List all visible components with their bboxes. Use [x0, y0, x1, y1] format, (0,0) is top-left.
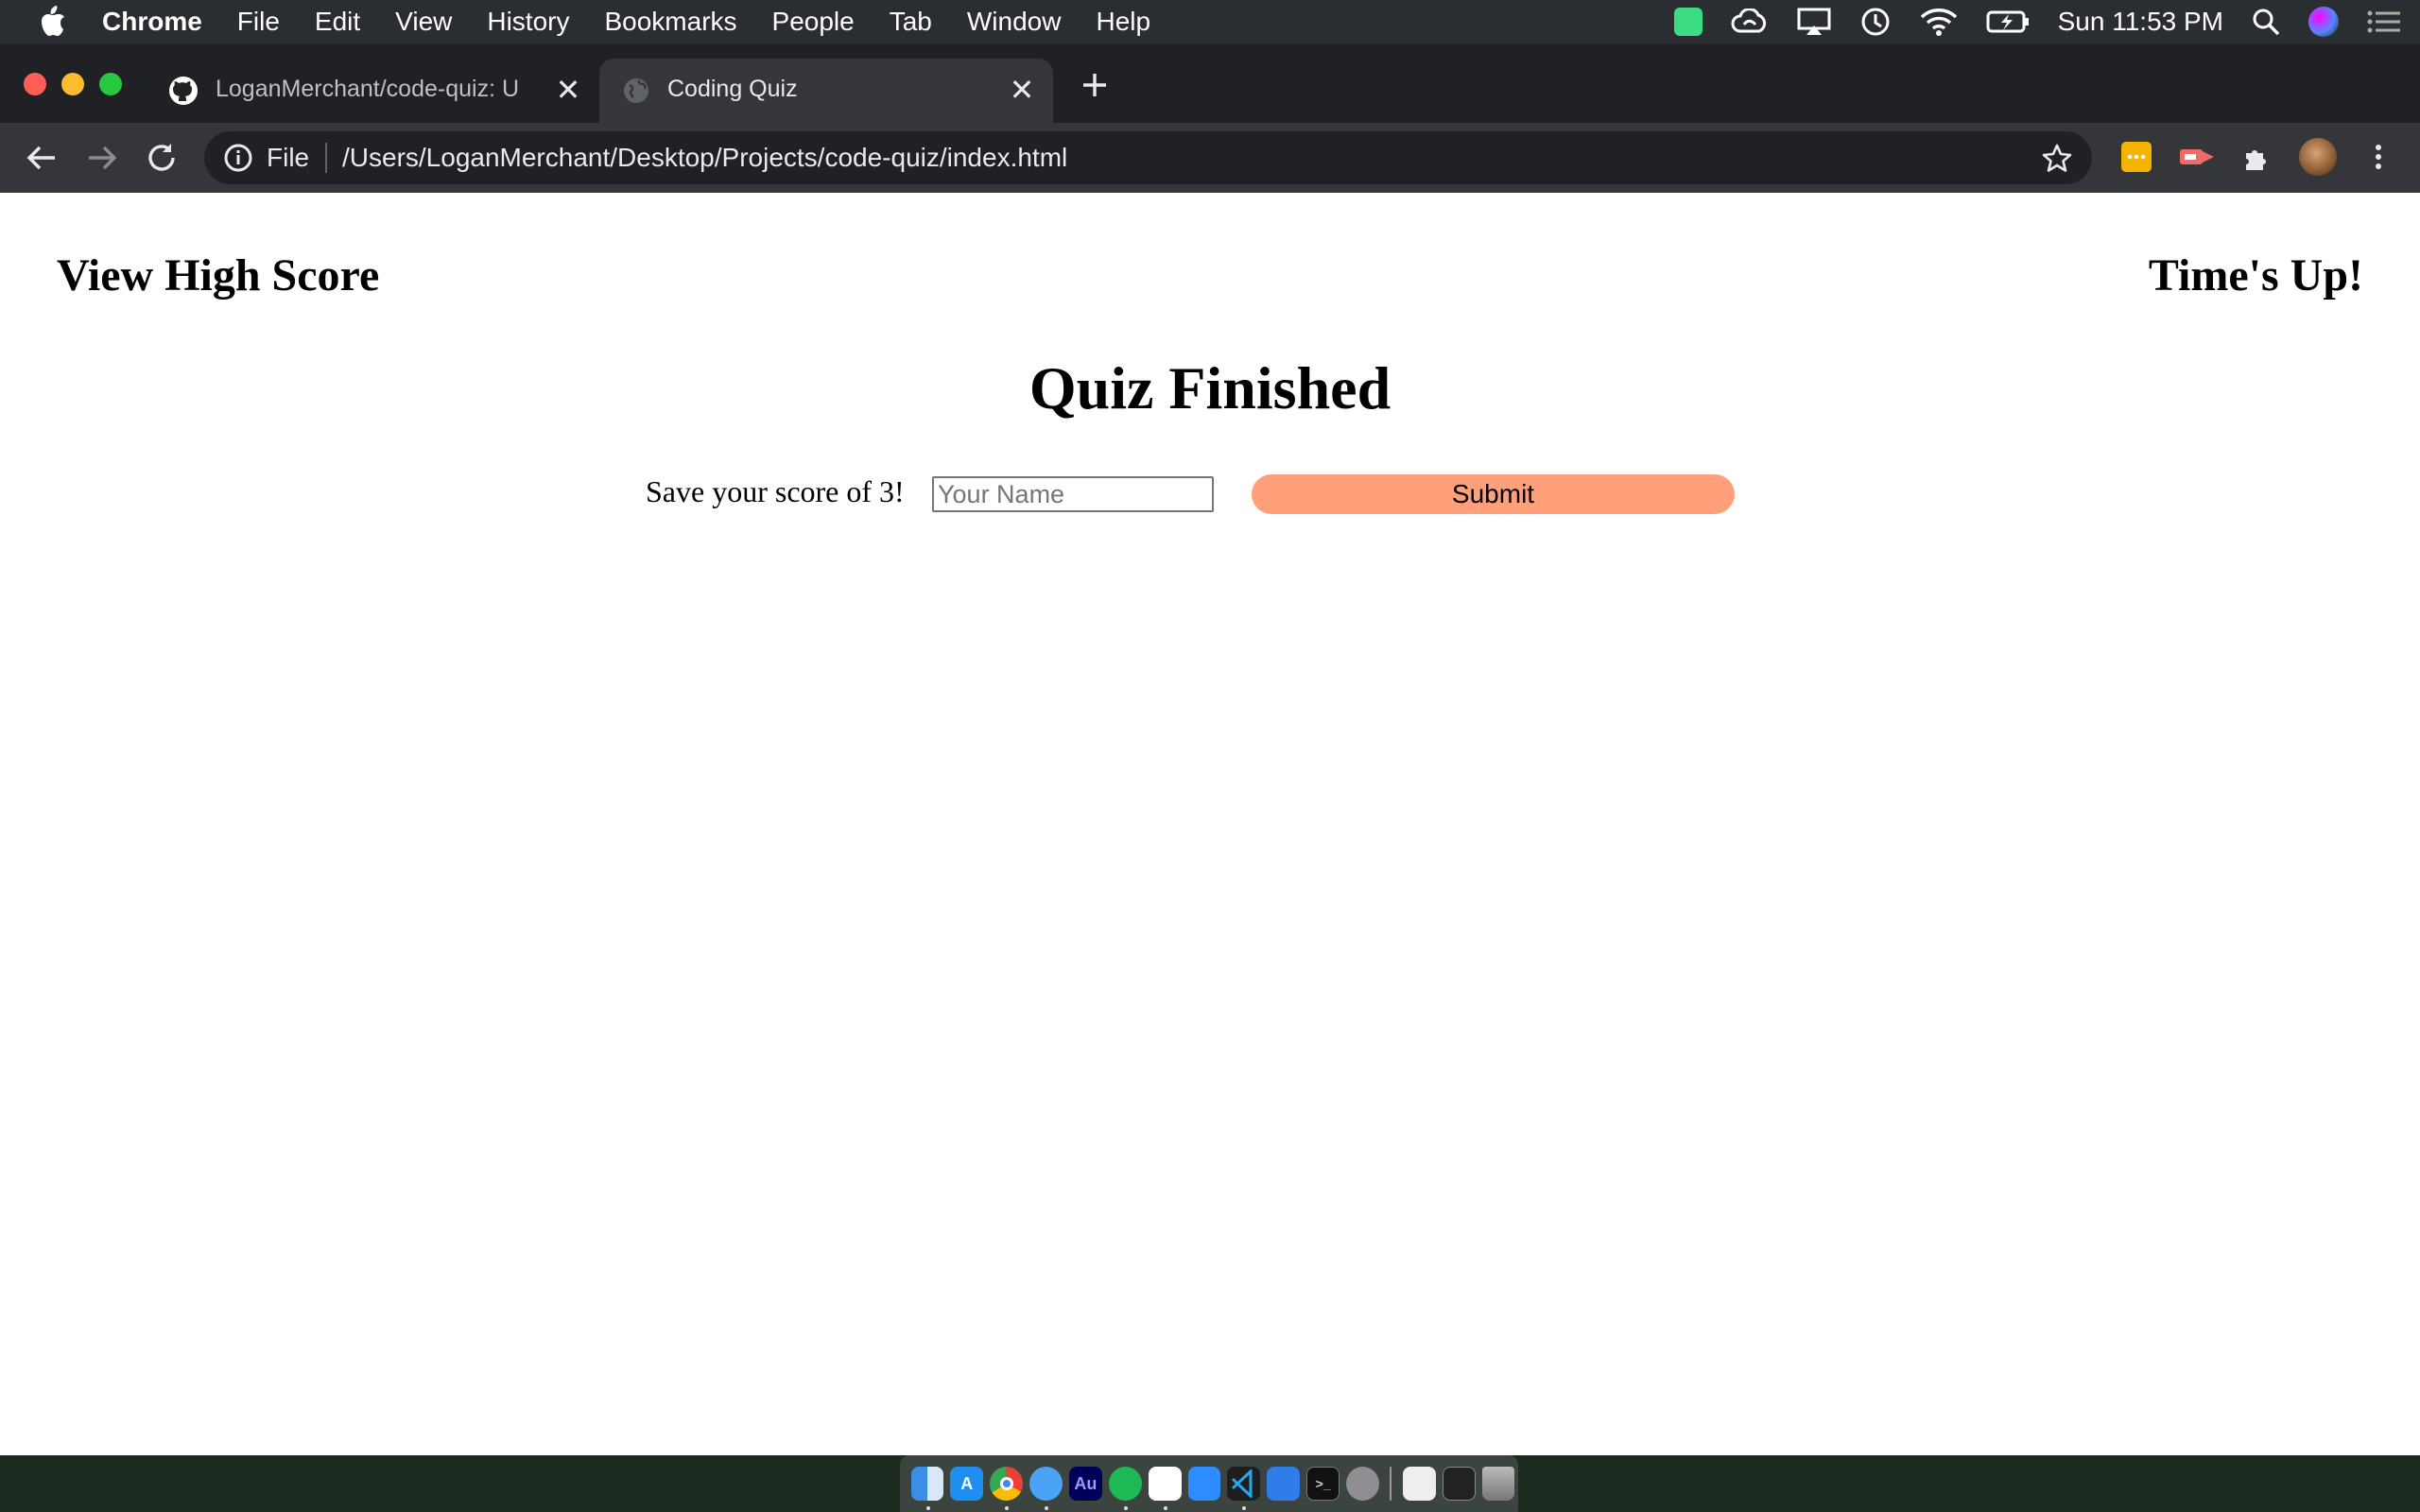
tab-github[interactable]: LoganMerchant/code-quiz: Unit 4 Code Qui…: [151, 59, 599, 123]
address-bar[interactable]: File /Users/LoganMerchant/Desktop/Projec…: [204, 131, 2092, 184]
extension-keep-icon[interactable]: [2121, 142, 2152, 172]
menu-file[interactable]: File: [237, 0, 280, 43]
app-store-icon[interactable]: A: [950, 1467, 984, 1501]
menu-bar-status-area: Sun 11:53 PM: [1673, 0, 2420, 43]
time-machine-icon[interactable]: [1859, 0, 1892, 43]
tab-title: LoganMerchant/code-quiz: Unit 4 Code Qui…: [216, 76, 518, 102]
mail-doc-icon[interactable]: [1402, 1467, 1436, 1501]
dock-divider: [1390, 1467, 1392, 1501]
menu-tab[interactable]: Tab: [890, 0, 932, 43]
spotlight-search-icon[interactable]: [2252, 0, 2280, 43]
trash-icon[interactable]: [1481, 1467, 1515, 1501]
save-score-text: Save your score of 3!: [646, 474, 905, 508]
menu-edit[interactable]: Edit: [315, 0, 360, 43]
omnibox-divider: [325, 143, 327, 173]
finder-icon[interactable]: [910, 1467, 944, 1510]
menu-people[interactable]: People: [772, 0, 855, 43]
menu-window[interactable]: Window: [967, 0, 1062, 43]
forward-arrow-icon[interactable]: [85, 142, 119, 174]
green-app-icon[interactable]: [1673, 0, 1703, 43]
creative-cloud-icon[interactable]: [1731, 0, 1769, 43]
bookmark-star-icon[interactable]: [2042, 143, 2072, 173]
battery-icon[interactable]: [1986, 0, 2030, 43]
tab-close-icon[interactable]: ✕: [1006, 74, 1038, 106]
siri-icon[interactable]: [2308, 0, 2339, 43]
menu-view[interactable]: View: [395, 0, 452, 43]
slack-icon[interactable]: [1148, 1467, 1182, 1510]
vscode-icon[interactable]: [1227, 1467, 1261, 1510]
wifi-icon[interactable]: [1920, 0, 1958, 43]
window-minimize-button[interactable]: [61, 73, 84, 95]
audition-icon[interactable]: Au: [1068, 1467, 1102, 1501]
submit-button[interactable]: Submit: [1252, 474, 1735, 514]
chrome-icon[interactable]: [990, 1467, 1024, 1510]
menu-help[interactable]: Help: [1096, 0, 1150, 43]
url-text[interactable]: /Users/LoganMerchant/Desktop/Projects/co…: [342, 143, 1067, 173]
page-heading: Quiz Finished: [1028, 354, 1392, 421]
github-icon: [169, 77, 198, 105]
extensions-puzzle-icon[interactable]: [2242, 142, 2273, 172]
macos-dock: A Au >_: [900, 1455, 1518, 1512]
extension-record-icon[interactable]: [2178, 142, 2216, 172]
profile-avatar[interactable]: [2299, 138, 2337, 176]
window-zoom-button[interactable]: [99, 73, 122, 95]
airplay-icon[interactable]: [1797, 0, 1831, 43]
timer-status-text: Time's Up!: [2148, 250, 2363, 301]
messages-icon[interactable]: [1029, 1467, 1063, 1510]
menu-history[interactable]: History: [487, 0, 569, 43]
site-info-icon[interactable]: [223, 143, 253, 173]
globe-icon: [624, 78, 648, 103]
name-input[interactable]: [932, 476, 1214, 512]
terminal-icon[interactable]: >_: [1306, 1467, 1340, 1501]
apple-menu-icon[interactable]: [36, 5, 66, 39]
zoom-icon[interactable]: [1187, 1467, 1221, 1501]
chrome-menu-icon[interactable]: [2363, 142, 2394, 172]
tab-close-icon[interactable]: ✕: [552, 74, 584, 106]
spotify-icon[interactable]: [1108, 1467, 1142, 1510]
xcode-icon[interactable]: [1267, 1467, 1301, 1501]
system-preferences-icon[interactable]: [1346, 1467, 1379, 1501]
reload-icon[interactable]: [146, 142, 180, 174]
notification-center-icon[interactable]: [2367, 0, 2401, 43]
tab-coding-quiz[interactable]: Coding Quiz ✕: [599, 59, 1053, 123]
view-high-score-link[interactable]: View High Score: [57, 249, 379, 301]
macos-menu-bar: Chrome File Edit View History Bookmarks …: [0, 0, 2420, 43]
terminal-doc-icon[interactable]: [1442, 1467, 1476, 1501]
window-close-button[interactable]: [24, 73, 46, 95]
menu-bookmarks[interactable]: Bookmarks: [604, 0, 736, 43]
scheme-label: File: [267, 143, 310, 172]
new-tab-icon[interactable]: [1078, 68, 1112, 102]
tab-title: Coding Quiz: [667, 76, 798, 102]
menu-app-name[interactable]: Chrome: [102, 0, 202, 43]
web-page-viewport: View High Score Time's Up! Quiz Finished…: [0, 193, 2420, 1455]
back-arrow-icon[interactable]: [25, 142, 59, 174]
clock-text[interactable]: Sun 11:53 PM: [2058, 0, 2223, 43]
